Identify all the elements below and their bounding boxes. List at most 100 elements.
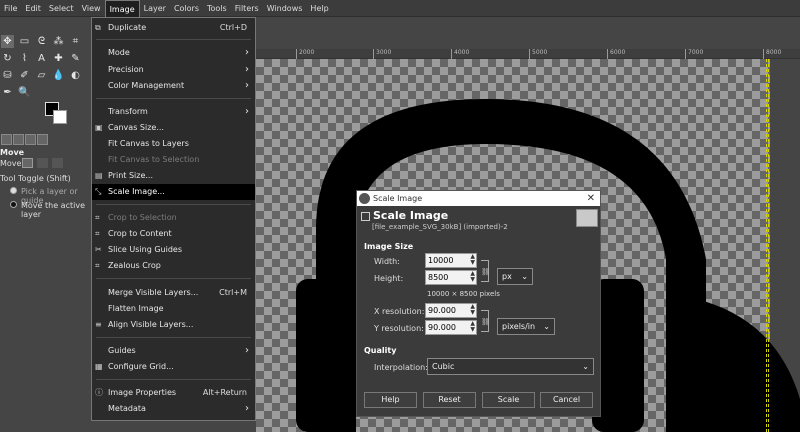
move-tool-icon[interactable]: ✥ [1, 35, 14, 48]
vertical-guide[interactable] [766, 59, 769, 432]
height-input[interactable]: 8500 ▲ ▼ [425, 270, 477, 285]
move-active-layer-radio[interactable] [10, 201, 17, 208]
heal-tool-icon[interactable]: ✚ [52, 52, 65, 65]
interpolation-select[interactable]: Cubic ⌄ [427, 358, 594, 375]
eraser-icon[interactable]: ▱ [35, 69, 48, 82]
menu-item-zealous-crop[interactable]: ⌗ Zealous Crop [92, 258, 255, 274]
move-layer-mode-icon[interactable] [22, 158, 33, 168]
menu-item-merge-visible[interactable]: Merge Visible Layers... Ctrl+M [92, 285, 255, 301]
menu-item-color-management[interactable]: Color Management › [92, 78, 255, 94]
move-path-mode-icon[interactable] [52, 158, 63, 168]
menu-item-slice-guides[interactable]: ✂ Slice Using Guides [92, 242, 255, 258]
menu-item-metadata[interactable]: Metadata › [92, 401, 255, 417]
crop-icon: ⌗ [95, 213, 100, 222]
menu-item-guides[interactable]: Guides › [92, 343, 255, 359]
help-button[interactable]: Help [364, 392, 417, 408]
smudge-icon[interactable]: 💧 [52, 69, 65, 82]
dialog-heading: Scale Image [373, 209, 449, 222]
scale-icon [361, 212, 370, 221]
text-tool-icon[interactable]: A [35, 52, 48, 65]
menu-item-configure-grid[interactable]: ▦ Configure Grid... [92, 359, 255, 375]
move-mode-label: Move: [0, 159, 25, 168]
spin-arrows-icon[interactable]: ▲ ▼ [470, 254, 475, 266]
size-unit-select[interactable]: px ⌄ [497, 268, 533, 285]
menu-separator [96, 278, 251, 279]
ruler-tick: 3000 [373, 49, 391, 59]
menu-filters[interactable]: Filters [231, 0, 263, 17]
tool-options-title: Move [0, 148, 25, 157]
menu-item-fit-canvas-layers[interactable]: Fit Canvas to Layers [92, 136, 255, 152]
move-selection-mode-icon[interactable] [37, 158, 48, 168]
lasso-icon[interactable]: ᘓ [35, 35, 48, 48]
menu-tools[interactable]: Tools [203, 0, 231, 17]
warp-tool-icon[interactable]: ⌇ [18, 52, 31, 65]
spin-arrows-icon[interactable]: ▲ ▼ [470, 304, 475, 316]
size-summary: 10000 × 8500 pixels [427, 290, 500, 298]
reset-button[interactable]: Reset [423, 392, 476, 408]
spin-arrows-icon[interactable]: ▲ ▼ [470, 271, 475, 283]
menu-view[interactable]: View [78, 0, 105, 17]
menu-item-crop-content[interactable]: ⌗ Crop to Content [92, 226, 255, 242]
spin-arrows-icon[interactable]: ▲ ▼ [470, 321, 475, 333]
dialog-titlebar[interactable]: Scale Image ✕ [357, 191, 600, 206]
info-icon: ⓘ [95, 388, 103, 397]
fuzzy-select-icon[interactable]: ⁂ [52, 35, 65, 48]
dodge-icon[interactable]: ◐ [69, 69, 82, 82]
crop-icon: ⌗ [95, 229, 100, 238]
canvas-size-icon: ▣ [95, 123, 103, 132]
paths-tool-icon[interactable]: ✎ [69, 52, 82, 65]
grid-icon: ▦ [95, 362, 103, 371]
bucket-fill-icon[interactable]: ⛁ [1, 69, 14, 82]
rotate-tool-icon[interactable]: ↻ [1, 52, 14, 65]
menu-colors[interactable]: Colors [170, 0, 203, 17]
menu-image[interactable]: Image [104, 0, 140, 17]
scale-button[interactable]: Scale [482, 392, 535, 408]
submenu-arrow-icon: › [245, 345, 249, 356]
menu-item-transform[interactable]: Transform › [92, 104, 255, 120]
menu-item-canvas-size[interactable]: ▣ Canvas Size... [92, 120, 255, 136]
chain-link-icon[interactable]: ⛓ [481, 260, 490, 282]
menu-item-image-properties[interactable]: ⓘ Image Properties Alt+Return [92, 385, 255, 401]
crop-tool-icon[interactable]: ⌗ [69, 35, 82, 48]
submenu-arrow-icon: › [245, 47, 249, 58]
menu-item-duplicate[interactable]: ⧉ Duplicate Ctrl+D [92, 20, 255, 36]
tool-options-tab-icon[interactable] [1, 134, 12, 145]
menu-item-fit-canvas-selection: Fit Canvas to Selection [108, 155, 200, 164]
chain-link-icon[interactable]: ⛓ [481, 310, 490, 332]
menu-file[interactable]: File [0, 0, 21, 17]
resolution-unit-select[interactable]: pixels/in ⌄ [497, 318, 555, 335]
width-input[interactable]: 10000 ▲ ▼ [425, 253, 477, 268]
image-size-header: Image Size [364, 242, 414, 251]
x-resolution-input[interactable]: 90.000 ▲ ▼ [425, 303, 477, 318]
menu-bar: File Edit Select View Image Layer Colors… [0, 0, 800, 17]
menu-layer[interactable]: Layer [140, 0, 170, 17]
image-menu: ⧉ Duplicate Ctrl+D Mode › Precision › Color … [91, 17, 256, 421]
device-status-tab-icon[interactable] [13, 134, 24, 145]
rect-select-icon[interactable]: ▭ [18, 35, 31, 48]
images-tab-icon[interactable] [37, 134, 48, 145]
menu-separator [96, 379, 251, 380]
menu-edit[interactable]: Edit [21, 0, 45, 17]
ruler-tick: 4000 [451, 49, 469, 59]
undo-history-tab-icon[interactable] [25, 134, 36, 145]
menu-windows[interactable]: Windows [263, 0, 307, 17]
zoom-tool-icon[interactable]: 🔍 [18, 86, 31, 99]
y-resolution-input[interactable]: 90.000 ▲ ▼ [425, 320, 477, 335]
paintbrush-icon[interactable]: ✐ [18, 69, 31, 82]
menu-help[interactable]: Help [306, 0, 332, 17]
menu-item-mode[interactable]: Mode › [92, 45, 255, 61]
height-label: Height: [374, 274, 404, 283]
color-picker-icon[interactable]: ✒ [1, 86, 14, 99]
horizontal-ruler[interactable]: 2000 3000 4000 5000 6000 7000 8000 [256, 49, 800, 59]
menu-item-print-size[interactable]: ▤ Print Size... [92, 168, 255, 184]
menu-item-scale-image[interactable]: ⤡ Scale Image... [92, 184, 255, 200]
menu-item-flatten[interactable]: Flatten Image [92, 301, 255, 317]
cancel-button[interactable]: Cancel [540, 392, 593, 408]
scale-image-icon: ⤡ [95, 187, 102, 196]
menu-item-precision[interactable]: Precision › [92, 62, 255, 78]
pick-layer-radio[interactable] [10, 187, 17, 194]
background-color-swatch[interactable] [53, 110, 67, 124]
menu-item-align-layers[interactable]: ≡ Align Visible Layers... [92, 317, 255, 333]
close-icon[interactable]: ✕ [587, 191, 595, 206]
menu-select[interactable]: Select [45, 0, 78, 17]
